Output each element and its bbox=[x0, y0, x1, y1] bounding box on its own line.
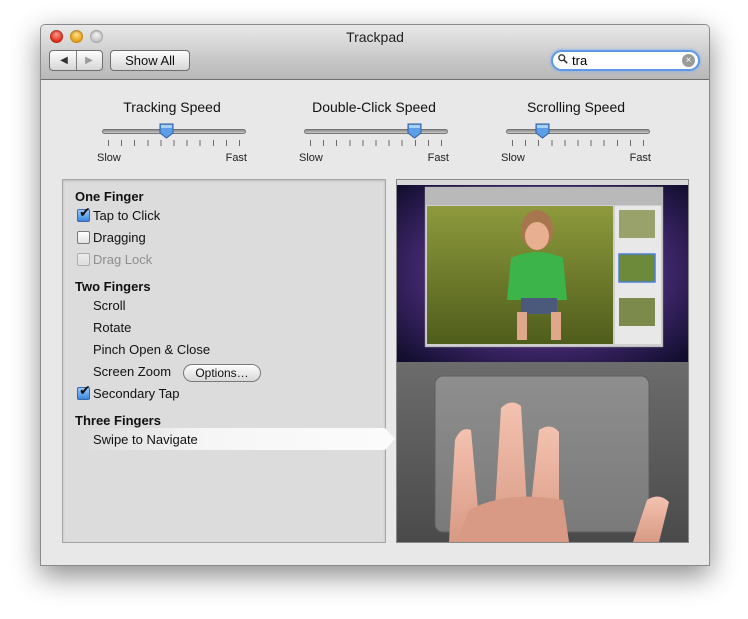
checkmark-icon: ✔ bbox=[79, 382, 91, 398]
double-click-speed-slider-group: Double-Click Speed Slow Fast bbox=[294, 99, 454, 169]
tracking-speed-slow-label: Slow bbox=[97, 152, 121, 164]
tap-to-click-checkbox[interactable]: ✔ bbox=[77, 205, 91, 222]
preferences-window: Trackpad ◀ ▶ Show All × Tracking Speed S… bbox=[40, 24, 710, 566]
back-forward-control: ◀ ▶ bbox=[49, 50, 103, 71]
tracking-speed-title: Tracking Speed bbox=[123, 99, 221, 115]
tap-to-click-label[interactable]: Tap to Click bbox=[93, 208, 160, 223]
secondary-tap-checkbox[interactable]: ✔ bbox=[77, 383, 91, 400]
menu-bar bbox=[397, 180, 688, 185]
forward-arrow-icon[interactable]: ▶ bbox=[79, 51, 99, 70]
nav-divider bbox=[76, 51, 77, 70]
window-title: Trackpad bbox=[346, 29, 404, 45]
gesture-list: One Finger ✔ Tap to Click Dragging Drag … bbox=[62, 179, 395, 543]
selection-arrow-icon bbox=[385, 428, 395, 450]
photo-face bbox=[525, 222, 549, 250]
scrolling-speed-fast-label: Fast bbox=[629, 152, 651, 164]
screen-zoom-options-button[interactable]: Options… bbox=[183, 364, 261, 382]
scrolling-speed-slider-group: Scrolling Speed Slow Fast bbox=[496, 99, 656, 169]
title-bar: Trackpad ◀ ▶ Show All × bbox=[41, 25, 709, 80]
scrolling-speed-slow-label: Slow bbox=[501, 152, 525, 164]
search-field[interactable]: × bbox=[551, 50, 700, 71]
preview-toolbar bbox=[425, 187, 663, 205]
swipe-to-navigate-item[interactable]: Swipe to Navigate bbox=[93, 432, 198, 447]
search-input[interactable] bbox=[572, 52, 677, 69]
scrolling-speed-knob[interactable] bbox=[535, 123, 550, 139]
rotate-item[interactable]: Rotate bbox=[93, 320, 131, 335]
tracking-speed-ticks bbox=[108, 140, 240, 146]
tracking-speed-fast-label: Fast bbox=[225, 152, 247, 164]
tracking-speed-knob[interactable] bbox=[159, 123, 174, 139]
back-arrow-icon[interactable]: ◀ bbox=[54, 51, 74, 70]
scroll-item[interactable]: Scroll bbox=[93, 298, 126, 313]
thumbnail bbox=[619, 210, 655, 238]
dragging-checkbox[interactable] bbox=[77, 231, 90, 244]
double-click-speed-title: Double-Click Speed bbox=[312, 99, 436, 115]
drag-lock-label: Drag Lock bbox=[93, 252, 153, 267]
double-click-speed-knob[interactable] bbox=[407, 123, 422, 139]
photo-shorts bbox=[521, 298, 557, 314]
photo-leg bbox=[517, 312, 527, 340]
thumbnail-selected bbox=[618, 253, 656, 283]
three-fingers-heading: Three Fingers bbox=[75, 413, 161, 428]
scrolling-speed-title: Scrolling Speed bbox=[526, 99, 626, 115]
double-click-speed-fast-label: Fast bbox=[427, 152, 449, 164]
double-click-speed-slow-label: Slow bbox=[299, 152, 323, 164]
thumbnail bbox=[619, 298, 655, 326]
scrolling-speed-ticks bbox=[512, 140, 644, 146]
gesture-demo-video bbox=[396, 179, 689, 543]
photo-leg bbox=[551, 312, 561, 340]
scrolling-speed-track[interactable] bbox=[506, 129, 650, 134]
one-finger-heading: One Finger bbox=[75, 189, 144, 204]
secondary-tap-label[interactable]: Secondary Tap bbox=[93, 386, 180, 401]
screen-zoom-item[interactable]: Screen Zoom bbox=[93, 364, 171, 379]
checkmark-icon: ✔ bbox=[79, 204, 91, 220]
double-click-speed-ticks bbox=[310, 140, 442, 146]
photo-shirt bbox=[507, 252, 567, 300]
clear-search-icon[interactable]: × bbox=[682, 54, 695, 67]
double-click-speed-track[interactable] bbox=[304, 129, 448, 134]
drag-lock-checkbox bbox=[77, 253, 90, 266]
search-icon bbox=[558, 54, 568, 64]
pinch-item[interactable]: Pinch Open & Close bbox=[93, 342, 210, 357]
demo-video-illustration bbox=[397, 180, 688, 542]
two-fingers-heading: Two Fingers bbox=[75, 279, 151, 294]
show-all-button[interactable]: Show All bbox=[110, 50, 190, 71]
dragging-label[interactable]: Dragging bbox=[93, 230, 146, 245]
tracking-speed-slider-group: Tracking Speed Slow Fast bbox=[92, 99, 252, 169]
